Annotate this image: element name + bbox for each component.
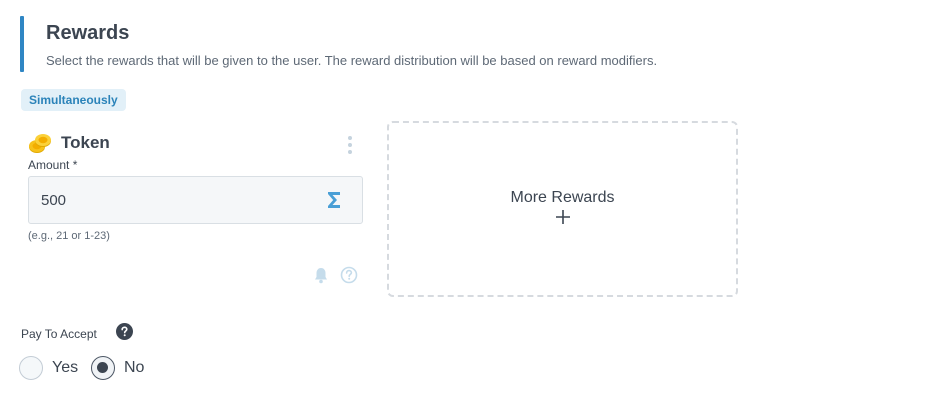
question-icon[interactable] bbox=[116, 323, 133, 340]
reward-options-icon[interactable] bbox=[346, 136, 354, 154]
pay-to-accept-label: Pay To Accept bbox=[21, 327, 97, 341]
add-more-rewards-button[interactable]: More Rewards bbox=[387, 121, 738, 297]
radio-label-yes: Yes bbox=[52, 359, 79, 376]
amount-hint: (e.g., 21 or 1-23) bbox=[28, 230, 110, 242]
rewards-page: Rewards Select the rewards that will be … bbox=[0, 0, 941, 408]
coins-icon bbox=[28, 132, 52, 154]
section-description: Select the rewards that will be given to… bbox=[46, 53, 658, 68]
radio-circle[interactable] bbox=[91, 356, 115, 380]
more-rewards-label: More Rewards bbox=[510, 189, 615, 206]
reward-card-token: Token Amount * (e.g., 21 or 1-23) bbox=[28, 130, 364, 290]
reward-name: Token bbox=[61, 133, 110, 152]
section-accent-bar bbox=[20, 16, 24, 72]
amount-label: Amount * bbox=[28, 158, 78, 172]
bell-icon[interactable] bbox=[313, 267, 329, 284]
plus-icon bbox=[555, 209, 571, 225]
help-icon[interactable] bbox=[340, 266, 358, 284]
amount-input[interactable] bbox=[41, 177, 321, 223]
sigma-icon[interactable] bbox=[326, 190, 342, 210]
amount-field bbox=[28, 176, 363, 224]
radio-circle[interactable] bbox=[19, 356, 43, 380]
distribution-badge: Simultaneously bbox=[21, 89, 126, 111]
radio-selected-dot bbox=[97, 362, 108, 373]
radio-label-no: No bbox=[124, 359, 145, 376]
section-title: Rewards bbox=[46, 22, 130, 44]
